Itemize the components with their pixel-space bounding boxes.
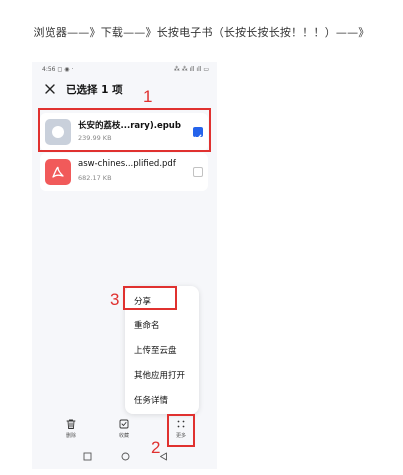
menu-item-task-details[interactable]: 任务详情 [134, 394, 168, 406]
status-left: 4:56 ◻ ◉ · [42, 66, 74, 73]
highlight-epub-file [38, 108, 211, 152]
status-bar: 4:56 ◻ ◉ · ⁂ ⁂ ıll ıll ▭ [32, 62, 217, 76]
pdf-file-icon [45, 159, 71, 185]
annotation-step-3: 3 [110, 290, 120, 309]
favorite-button[interactable]: 收藏 [109, 418, 139, 444]
page-title: 已选择 1 项 [66, 84, 123, 96]
close-icon[interactable] [43, 82, 57, 96]
selection-header: 已选择 1 项 [32, 78, 217, 102]
highlight-more-button [167, 414, 195, 447]
home-icon[interactable] [121, 452, 130, 461]
instruction-caption: 浏览器——》下载——》长按电子书（长按长按长按！！！）——》 [33, 26, 370, 39]
file-size: 682.17 KB [78, 174, 112, 182]
menu-item-upload-cloud[interactable]: 上传至云盘 [134, 344, 177, 356]
favorite-box-icon [119, 419, 129, 429]
delete-label: 删除 [65, 433, 76, 439]
status-right: ⁂ ⁂ ıll ıll ▭ [173, 66, 209, 73]
recent-apps-icon[interactable] [83, 452, 92, 461]
file-checkbox[interactable] [193, 167, 203, 177]
file-row-pdf[interactable]: asw-chines...plified.pdf 682.17 KB [40, 153, 208, 191]
highlight-share-item [123, 286, 177, 310]
annotation-step-1: 1 [143, 87, 153, 106]
file-name: asw-chines...plified.pdf [78, 159, 176, 169]
menu-item-open-with[interactable]: 其他应用打开 [134, 369, 185, 381]
menu-item-rename[interactable]: 重命名 [134, 319, 160, 331]
system-nav-bar [32, 448, 217, 466]
delete-button[interactable]: 删除 [56, 418, 86, 444]
annotation-step-2: 2 [151, 438, 161, 457]
favorite-label: 收藏 [118, 433, 129, 439]
trash-icon [66, 419, 76, 429]
